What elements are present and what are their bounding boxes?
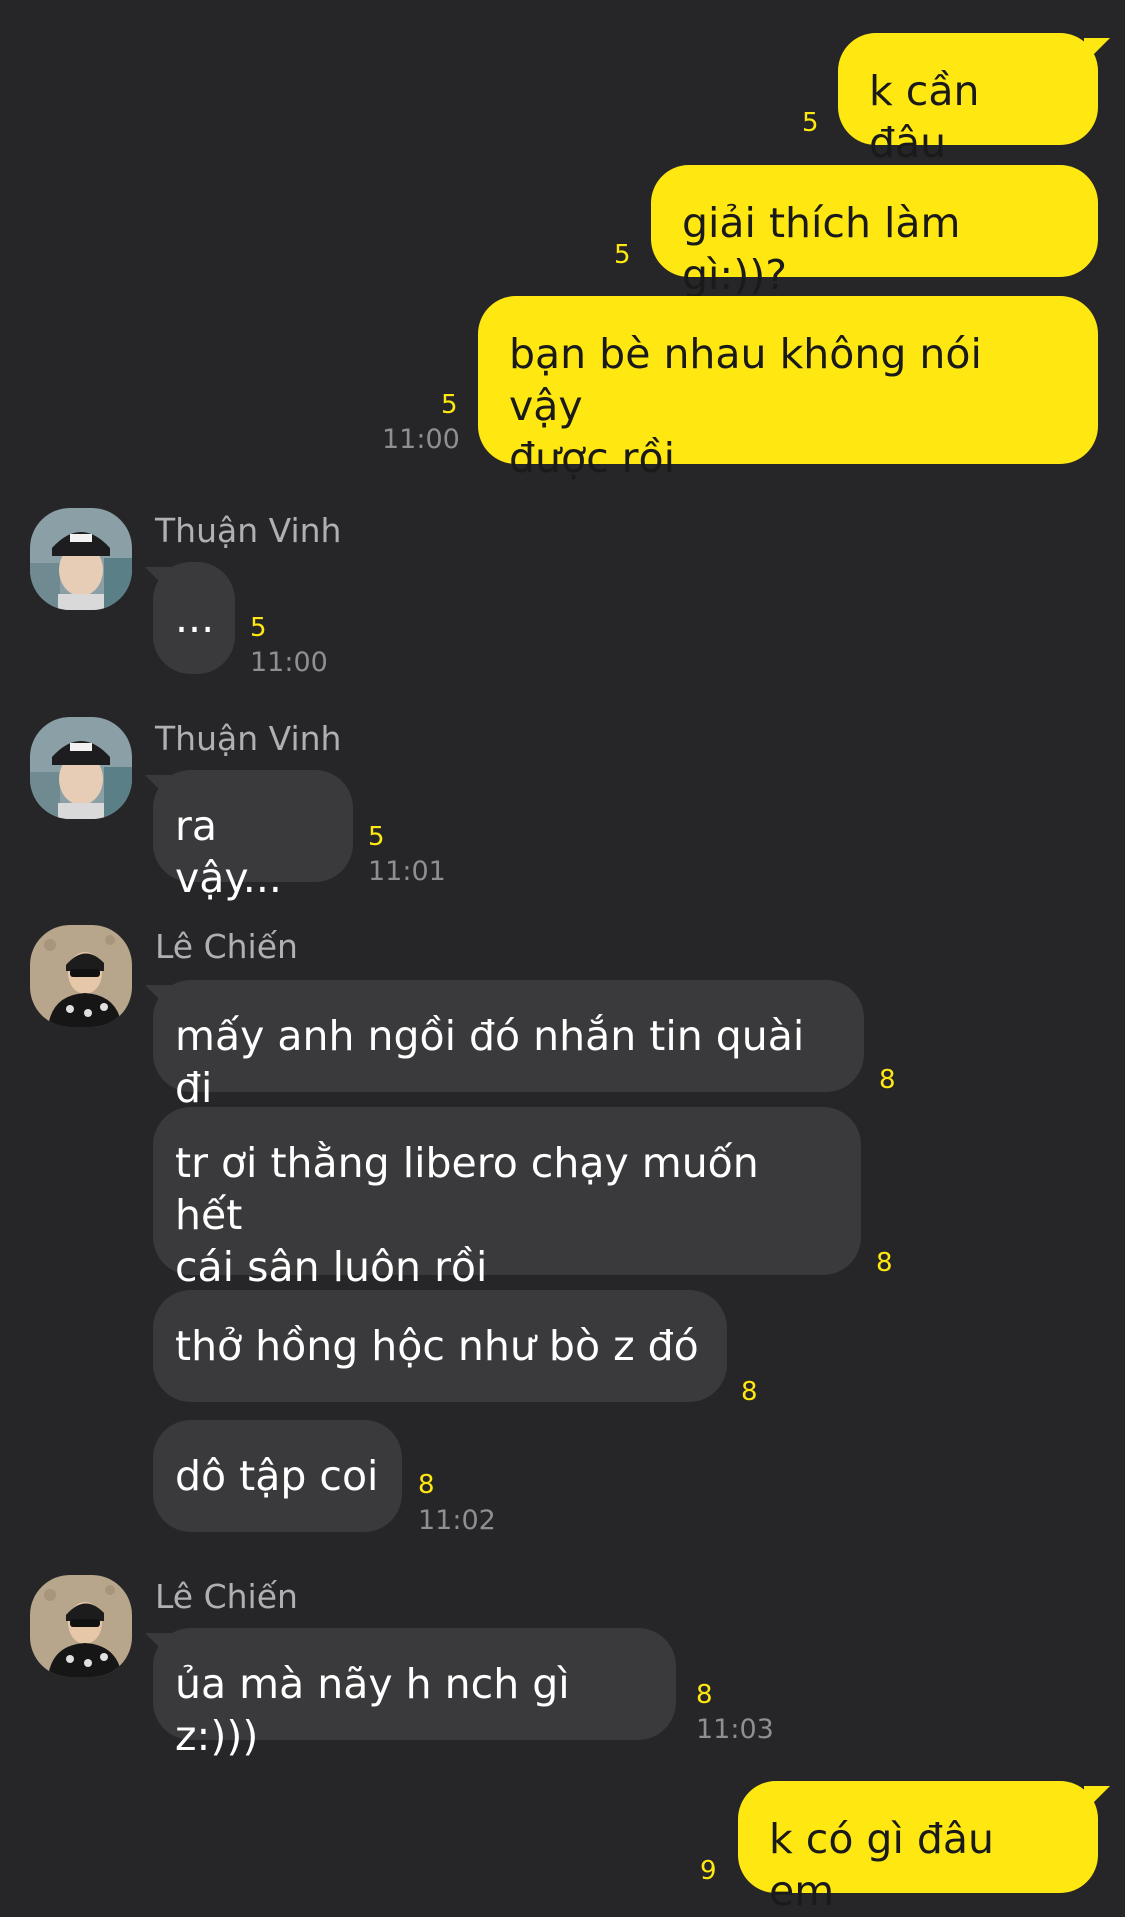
message-bubble[interactable]: dô tập coi (153, 1420, 402, 1532)
avatar[interactable] (30, 508, 132, 610)
unread-count: 5 (250, 613, 267, 643)
unread-count: 5 (614, 240, 631, 270)
bubble-tail (145, 985, 171, 1011)
message-timestamp: 11:00 (250, 647, 328, 678)
message-bubble[interactable]: k có gì đâu em (738, 1781, 1098, 1915)
sender-name: Thuận Vinh (155, 511, 342, 550)
message-bubble[interactable]: mấy anh ngồi đó nhắn tin quài đi (153, 980, 864, 1112)
unread-count: 8 (696, 1680, 713, 1710)
unread-count: 5 (802, 108, 819, 138)
message-bubble[interactable]: ủa mà nãy h nch gì z:))) (153, 1628, 676, 1760)
unread-count: 5 (441, 390, 458, 420)
unread-count: 8 (876, 1248, 893, 1278)
bubble-tail (145, 775, 171, 801)
message-timestamp: 11:01 (368, 856, 446, 887)
bubble-tail (145, 1633, 171, 1659)
person-sunglasses-avatar-icon (30, 925, 132, 1027)
sender-name: Thuận Vinh (155, 719, 342, 758)
unread-count: 8 (418, 1470, 435, 1500)
message-bubble[interactable]: ra vậy... (153, 770, 353, 902)
bubble-tail (1084, 38, 1110, 64)
unread-count: 8 (741, 1377, 758, 1407)
message-timestamp: 11:03 (696, 1714, 774, 1745)
person-cap-avatar-icon (30, 508, 132, 610)
person-cap-avatar-icon (30, 717, 132, 819)
sender-name: Lê Chiến (155, 1577, 298, 1616)
sender-name: Lê Chiến (155, 927, 298, 966)
avatar[interactable] (30, 925, 132, 1027)
person-sunglasses-avatar-icon (30, 1575, 132, 1677)
unread-count: 5 (368, 822, 385, 852)
avatar[interactable] (30, 717, 132, 819)
message-bubble[interactable]: tr ơi thằng libero chạy muốn hết cái sân… (153, 1107, 861, 1291)
message-bubble[interactable]: bạn bè nhau không nói vậy được rồi (478, 296, 1098, 482)
message-timestamp: 11:02 (418, 1505, 496, 1536)
bubble-tail (145, 567, 171, 593)
message-timestamp: 11:00 (382, 424, 460, 455)
unread-count: 9 (700, 1856, 717, 1886)
message-bubble[interactable]: k cần đâu (838, 33, 1098, 167)
message-bubble[interactable]: thở hồng hộc như bò z đó (153, 1290, 727, 1402)
message-bubble[interactable]: giải thích làm gì:))? (651, 165, 1098, 299)
bubble-tail (1084, 1786, 1110, 1812)
avatar[interactable] (30, 1575, 132, 1677)
unread-count: 8 (879, 1065, 896, 1095)
